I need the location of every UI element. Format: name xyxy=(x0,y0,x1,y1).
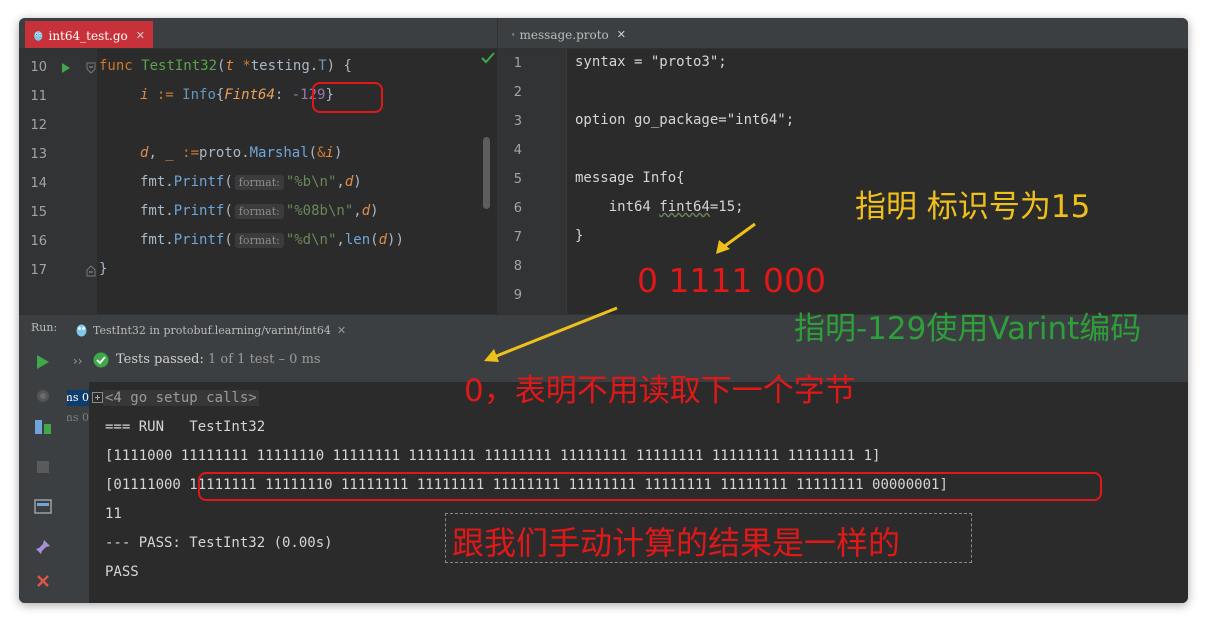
arrow-to-msb xyxy=(493,306,618,359)
annotation-msb: 0，表明不用读取下一个字节 xyxy=(464,373,856,409)
annotation-match: 跟我们手动计算的结果是一样的 xyxy=(452,524,901,562)
annotation-field-number: 指明 标识号为15 xyxy=(855,189,1091,225)
annotation-varint: 指明-129使用Varint编码 xyxy=(794,311,1142,347)
arrow-to-field-number xyxy=(721,222,756,250)
annotation-binary: 0 1111 000 xyxy=(637,261,826,300)
